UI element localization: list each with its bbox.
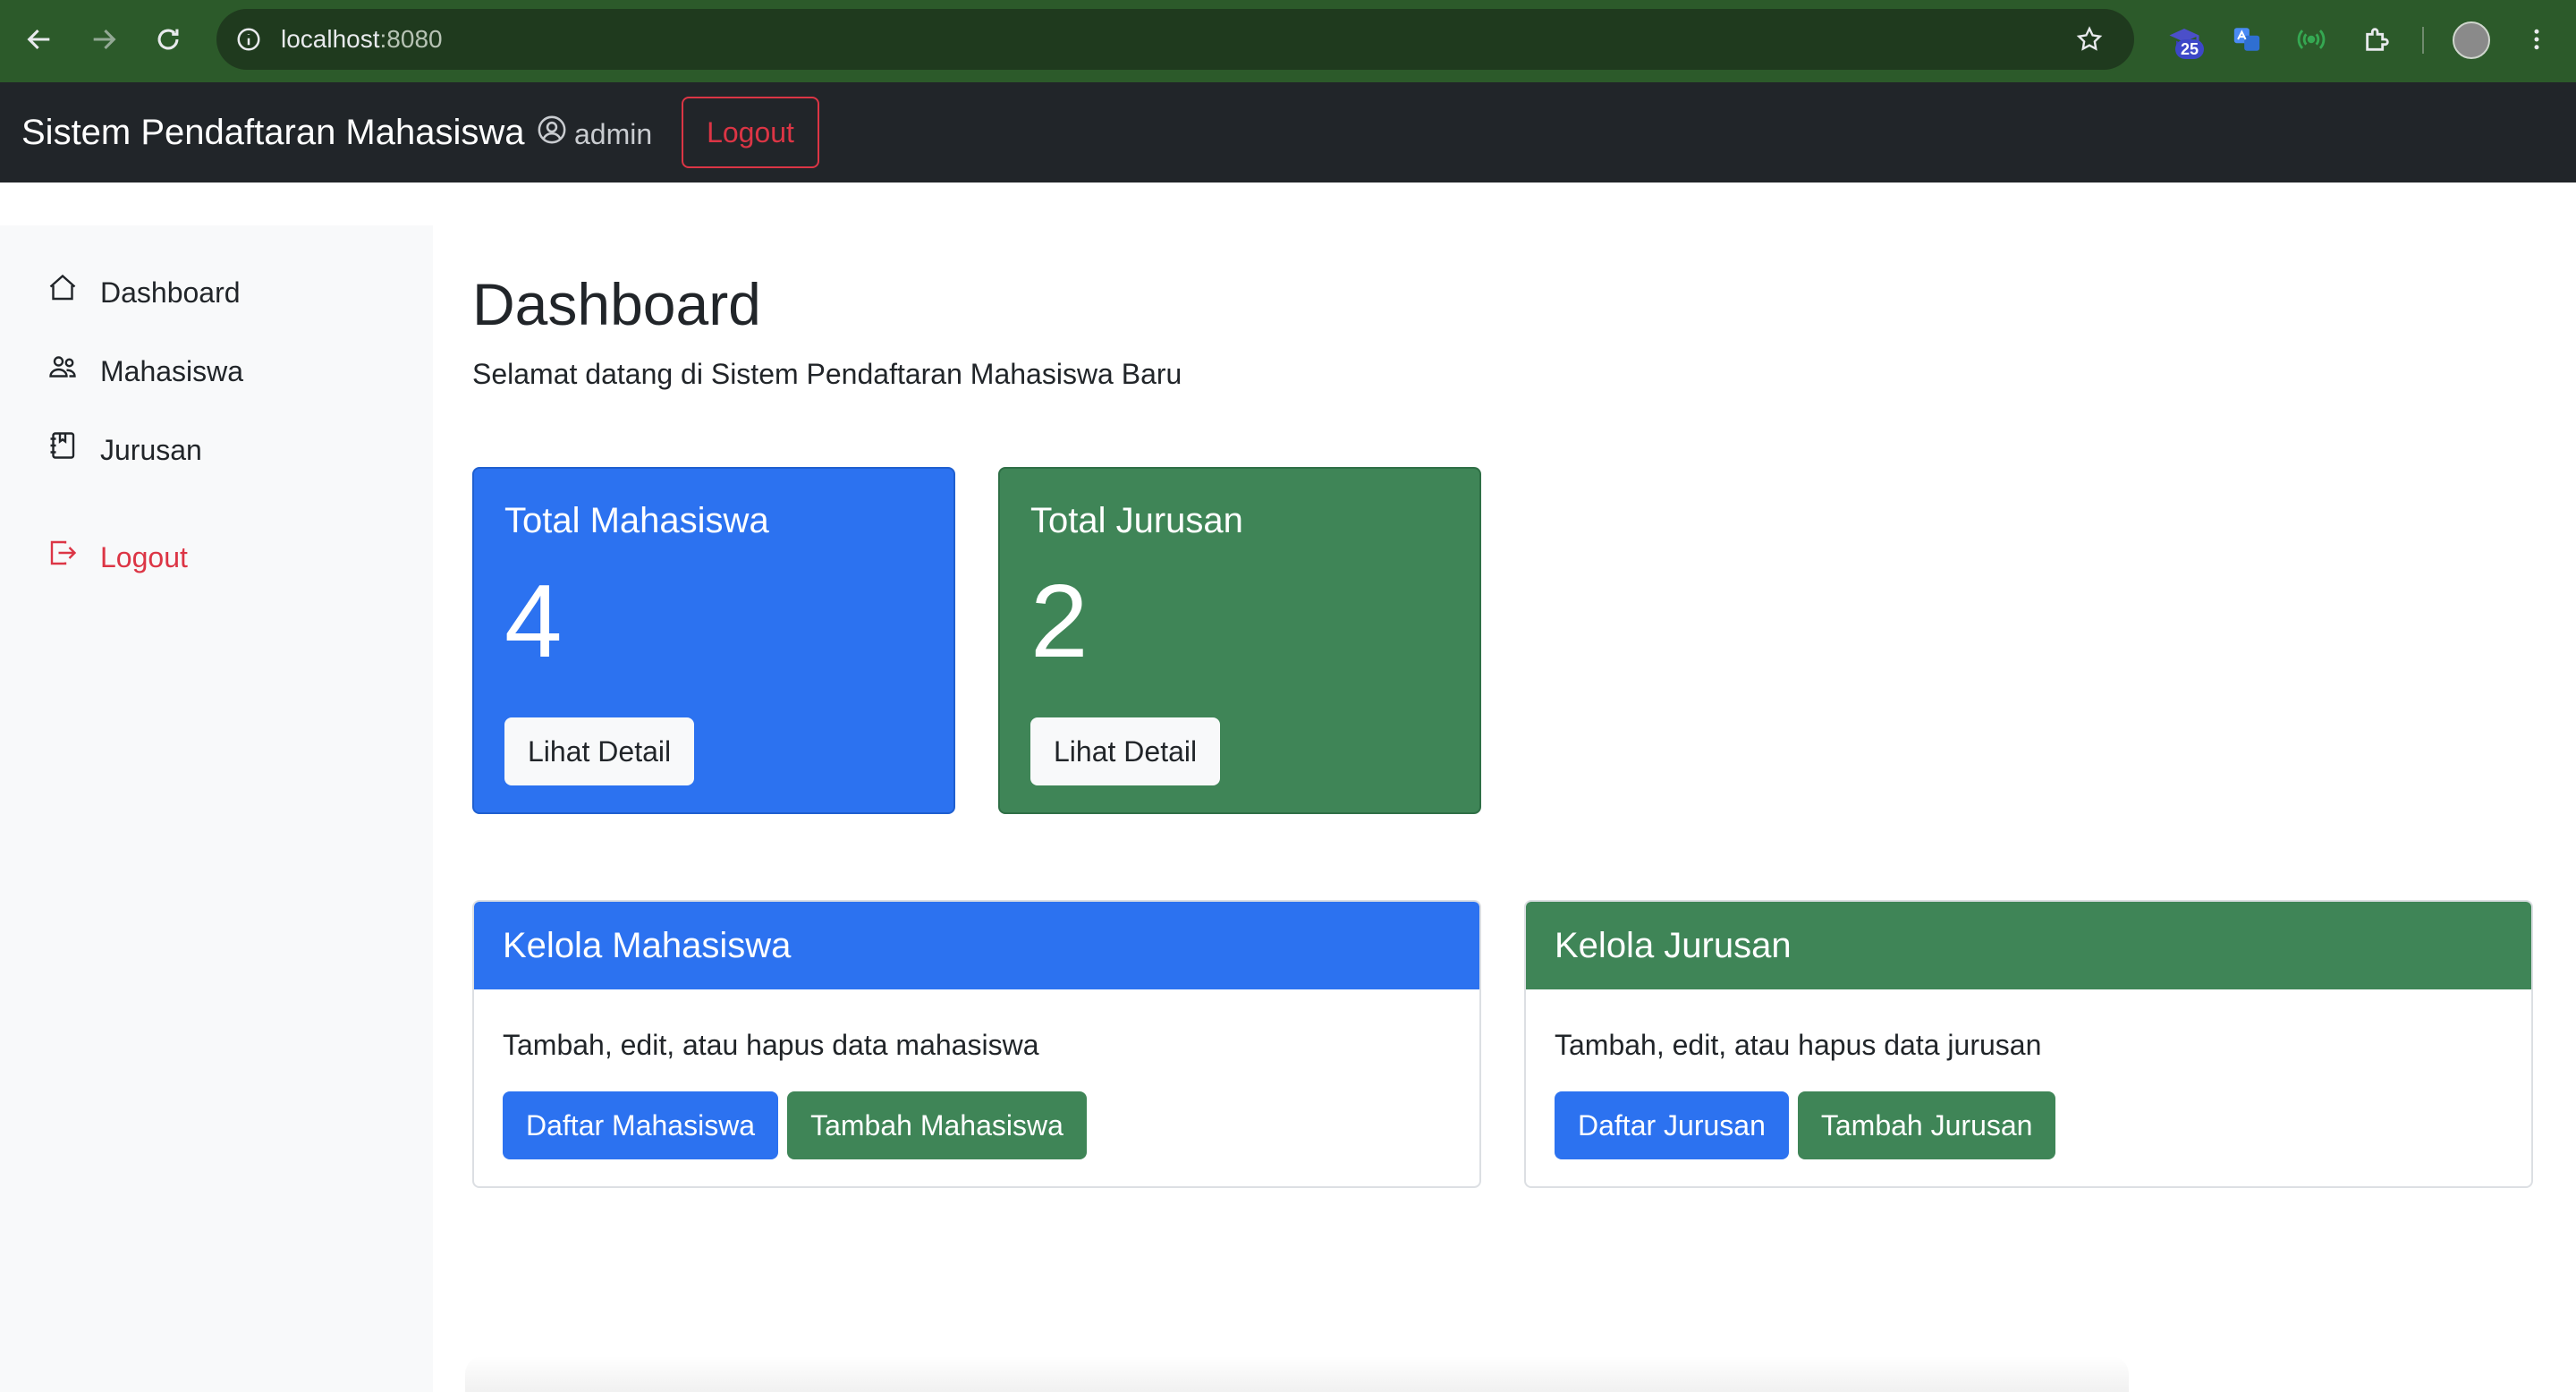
tambah-mahasiswa-button[interactable]: Tambah Mahasiswa (787, 1091, 1087, 1159)
stat-value: 4 (504, 563, 563, 679)
stat-value: 2 (1030, 563, 1089, 679)
reload-icon[interactable] (148, 20, 188, 59)
app-navbar: Sistem Pendaftaran Mahasiswa admin Logou… (0, 82, 2576, 182)
sidebar: Dashboard Mahasiswa Jurusan Logout (0, 225, 433, 1392)
address-bar[interactable]: localhost:8080 (216, 9, 2134, 70)
user-label: admin (537, 115, 652, 153)
browser-toolbar: localhost:8080 25 (0, 0, 2576, 82)
sidebar-item-jurusan[interactable]: Jurusan (47, 429, 202, 470)
daftar-jurusan-button[interactable]: Daftar Jurusan (1555, 1091, 1789, 1159)
lihat-detail-jurusan-button[interactable]: Lihat Detail (1030, 717, 1221, 785)
sidebar-item-mahasiswa[interactable]: Mahasiswa (47, 351, 243, 391)
back-arrow-icon[interactable] (20, 20, 59, 59)
lihat-detail-mahasiswa-button[interactable]: Lihat Detail (504, 717, 695, 785)
stat-title: Total Mahasiswa (504, 501, 769, 540)
tambah-jurusan-button[interactable]: Tambah Jurusan (1797, 1091, 2056, 1159)
people-icon (47, 351, 79, 391)
sidebar-item-label: Logout (100, 540, 188, 573)
panel-actions: Daftar Mahasiswa Tambah Mahasiswa (503, 1091, 1087, 1159)
kelola-mahasiswa-panel: Kelola Mahasiswa Tambah, edit, atau hapu… (472, 900, 1481, 1188)
box-arrow-right-icon (47, 537, 79, 577)
stat-title: Total Jurusan (1030, 501, 1243, 540)
page-title: Dashboard (472, 271, 761, 337)
panel-actions: Daftar Jurusan Tambah Jurusan (1555, 1091, 2056, 1159)
kelola-jurusan-panel: Kelola Jurusan Tambah, edit, atau hapus … (1524, 900, 2533, 1188)
daftar-mahasiswa-button[interactable]: Daftar Mahasiswa (503, 1091, 779, 1159)
username: admin (574, 117, 653, 150)
bookmark-star-icon[interactable] (2070, 20, 2109, 59)
app-brand[interactable]: Sistem Pendaftaran Mahasiswa (21, 113, 525, 152)
panel-header: Kelola Mahasiswa (474, 902, 1479, 989)
stat-card-mahasiswa: Total Mahasiswa 4 Lihat Detail (472, 467, 955, 814)
page-subtitle: Selamat datang di Sistem Pendaftaran Mah… (472, 358, 1182, 390)
stat-card-jurusan: Total Jurusan 2 Lihat Detail (998, 467, 1481, 814)
journal-icon (47, 429, 79, 470)
site-info-icon[interactable] (229, 20, 268, 59)
broadcast-extension-icon[interactable] (2292, 20, 2331, 59)
forward-arrow-icon[interactable] (84, 20, 123, 59)
sidebar-item-dashboard[interactable]: Dashboard (47, 272, 241, 312)
url-text: localhost:8080 (281, 25, 443, 53)
extension-badge: 25 (2175, 39, 2205, 59)
house-icon (47, 272, 79, 312)
person-circle-icon (537, 115, 567, 153)
footer-shadow (465, 1356, 2129, 1392)
sidebar-item-label: Dashboard (100, 276, 241, 309)
translate-extension-icon[interactable] (2227, 20, 2267, 59)
more-menu-icon[interactable] (2517, 20, 2556, 59)
panel-header: Kelola Jurusan (1526, 902, 2531, 989)
panel-description: Tambah, edit, atau hapus data jurusan (1555, 1029, 2042, 1061)
panel-description: Tambah, edit, atau hapus data mahasiswa (503, 1029, 1039, 1061)
sidebar-item-label: Mahasiswa (100, 354, 244, 387)
navbar-logout-button[interactable]: Logout (682, 97, 819, 168)
sidebar-item-label: Jurusan (100, 433, 202, 466)
puzzle-extensions-icon[interactable] (2358, 20, 2397, 59)
sidebar-item-logout[interactable]: Logout (47, 537, 188, 577)
toolbar-divider (2422, 27, 2424, 54)
profile-avatar[interactable] (2453, 21, 2490, 59)
